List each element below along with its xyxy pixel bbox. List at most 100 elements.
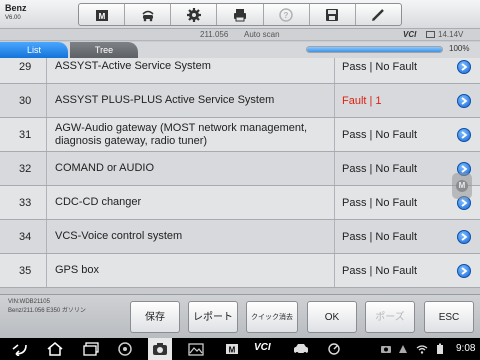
wifi-icon xyxy=(416,345,428,354)
home-button[interactable]: M xyxy=(79,4,126,25)
scan-progress-bar xyxy=(306,46,443,53)
software-version: V6.00 xyxy=(5,15,21,21)
row-number: 33 xyxy=(19,196,32,209)
recent-apps-icon[interactable] xyxy=(82,342,100,356)
table-row[interactable]: 34 VCS-Voice control system Pass | No Fa… xyxy=(0,220,480,254)
floating-menu-button[interactable]: M xyxy=(452,173,472,199)
table-row[interactable]: 35 GPS box Pass | No Fault xyxy=(0,254,480,288)
tab-list[interactable]: List xyxy=(0,42,68,58)
status-text: Fault | 1 xyxy=(342,94,382,107)
help-icon: ? xyxy=(279,7,293,22)
chevron-right-icon xyxy=(461,164,468,173)
home-icon: M xyxy=(95,9,108,21)
system-name: ASSYST PLUS-PLUS Active Service System xyxy=(46,84,334,117)
ok-button[interactable]: OK xyxy=(307,301,357,333)
brand-block: Benz V6.00 xyxy=(5,3,27,23)
pen-button[interactable] xyxy=(356,4,401,25)
vehicle-diagnostic-icon[interactable] xyxy=(326,342,342,356)
save-button[interactable] xyxy=(310,4,356,25)
row-number: 34 xyxy=(19,230,32,243)
report-button[interactable]: レポート xyxy=(188,301,238,333)
battery-icon xyxy=(426,31,435,38)
vci-indicator: VCI xyxy=(403,30,417,39)
tab-tree[interactable]: Tree xyxy=(70,42,138,58)
back-icon[interactable] xyxy=(10,342,30,356)
chevron-right-icon xyxy=(461,198,468,207)
chevron-right-icon xyxy=(461,130,468,139)
row-number: 29 xyxy=(19,60,32,73)
scan-progress-fill xyxy=(307,47,442,52)
open-system-button[interactable] xyxy=(457,229,471,244)
system-clock: 9:08 xyxy=(456,343,476,354)
table-row[interactable]: 29 ASSYST-Active Service System Pass | N… xyxy=(0,58,480,84)
table-row[interactable]: 32 COMAND or AUDIO Pass | No Fault xyxy=(0,152,480,186)
open-system-button[interactable] xyxy=(457,263,471,278)
system-status: Pass | No Fault xyxy=(334,118,480,151)
status-text: Pass | No Fault xyxy=(342,60,417,73)
quick-clear-button[interactable]: クイック消去 xyxy=(246,301,298,333)
settings-button[interactable] xyxy=(171,4,218,25)
chevron-right-icon xyxy=(461,266,468,275)
system-name: AGW-Audio gateway (MOST network manageme… xyxy=(46,118,334,151)
settings-icon xyxy=(186,7,201,22)
float-m-icon: M xyxy=(456,180,468,192)
svg-text:M: M xyxy=(229,346,236,355)
vehicle-swap-button[interactable] xyxy=(125,4,172,25)
help-button[interactable]: ? xyxy=(264,4,310,25)
maxisys-home-icon[interactable]: M xyxy=(224,342,240,356)
system-name: CDC-CD changer xyxy=(46,186,334,219)
row-number: 30 xyxy=(19,94,32,107)
version-number: 211.056 xyxy=(200,30,229,39)
esc-button[interactable]: ESC xyxy=(424,301,474,333)
svg-text:?: ? xyxy=(284,11,289,20)
open-system-button[interactable] xyxy=(457,127,471,142)
camera-status-icon xyxy=(381,346,391,353)
status-line: 211.056 Auto scan VCI 14.14V xyxy=(0,29,480,41)
view-tab-bar: List Tree 100% xyxy=(0,42,480,58)
vehicle-model-text: Benz/211.056 E350 ガソリン xyxy=(8,308,86,314)
status-text: Pass | No Fault xyxy=(342,264,417,277)
save-report-button[interactable]: 保存 xyxy=(130,301,180,333)
table-row[interactable]: 33 CDC-CD changer Pass | No Fault xyxy=(0,186,480,220)
pause-button[interactable]: ポーズ xyxy=(365,301,415,333)
system-name: COMAND or AUDIO xyxy=(46,152,334,185)
home-nav-icon[interactable] xyxy=(46,342,64,356)
open-system-button[interactable] xyxy=(457,59,471,74)
app-window: Benz V6.00 M ? 211.056 Auto scan VCI 14.… xyxy=(0,0,480,360)
gallery-icon[interactable] xyxy=(188,342,204,356)
toolbar-buttons: M ? xyxy=(78,3,402,26)
android-nav-bar: M VCI 9:08 xyxy=(0,338,480,360)
vci-nav-label[interactable]: VCI xyxy=(254,342,271,353)
row-number: 35 xyxy=(19,264,32,277)
car-icon[interactable] xyxy=(292,342,310,356)
svg-text:M: M xyxy=(98,12,105,21)
print-button[interactable] xyxy=(217,4,264,25)
table-row[interactable]: 31 AGW-Audio gateway (MOST network manag… xyxy=(0,118,480,152)
top-toolbar: Benz V6.00 M ? xyxy=(0,0,480,29)
open-system-button[interactable] xyxy=(457,93,471,108)
status-text: Pass | No Fault xyxy=(342,162,417,175)
system-status: Fault | 1 xyxy=(334,84,480,117)
print-icon xyxy=(233,8,246,21)
table-row[interactable]: 30 ASSYST PLUS-PLUS Active Service Syste… xyxy=(0,84,480,118)
status-text: Pass | No Fault xyxy=(342,128,417,141)
vin-text: VIN:WDB21105 xyxy=(8,299,50,305)
vehicle-swap-icon xyxy=(142,10,154,21)
chevron-right-icon xyxy=(461,232,468,241)
camera-icon[interactable] xyxy=(152,342,168,356)
scan-progress-label: 100% xyxy=(449,44,470,53)
system-status: Pass | No Fault xyxy=(334,58,480,83)
row-number: 32 xyxy=(19,162,32,175)
notification-icon xyxy=(399,345,407,353)
system-list: 29 ASSYST-Active Service System Pass | N… xyxy=(0,58,480,294)
scan-mode: Auto scan xyxy=(244,30,280,39)
save-icon xyxy=(326,8,339,21)
row-number: 31 xyxy=(19,128,32,141)
status-text: Pass | No Fault xyxy=(342,196,417,209)
bottom-action-bar: VIN:WDB21105 Benz/211.056 E350 ガソリン 保存 レ… xyxy=(0,294,480,338)
browser-icon[interactable] xyxy=(118,342,132,356)
battery-voltage: 14.14V xyxy=(438,30,464,39)
battery-status-icon xyxy=(437,343,443,354)
chevron-right-icon xyxy=(461,62,468,71)
chevron-right-icon xyxy=(461,96,468,105)
